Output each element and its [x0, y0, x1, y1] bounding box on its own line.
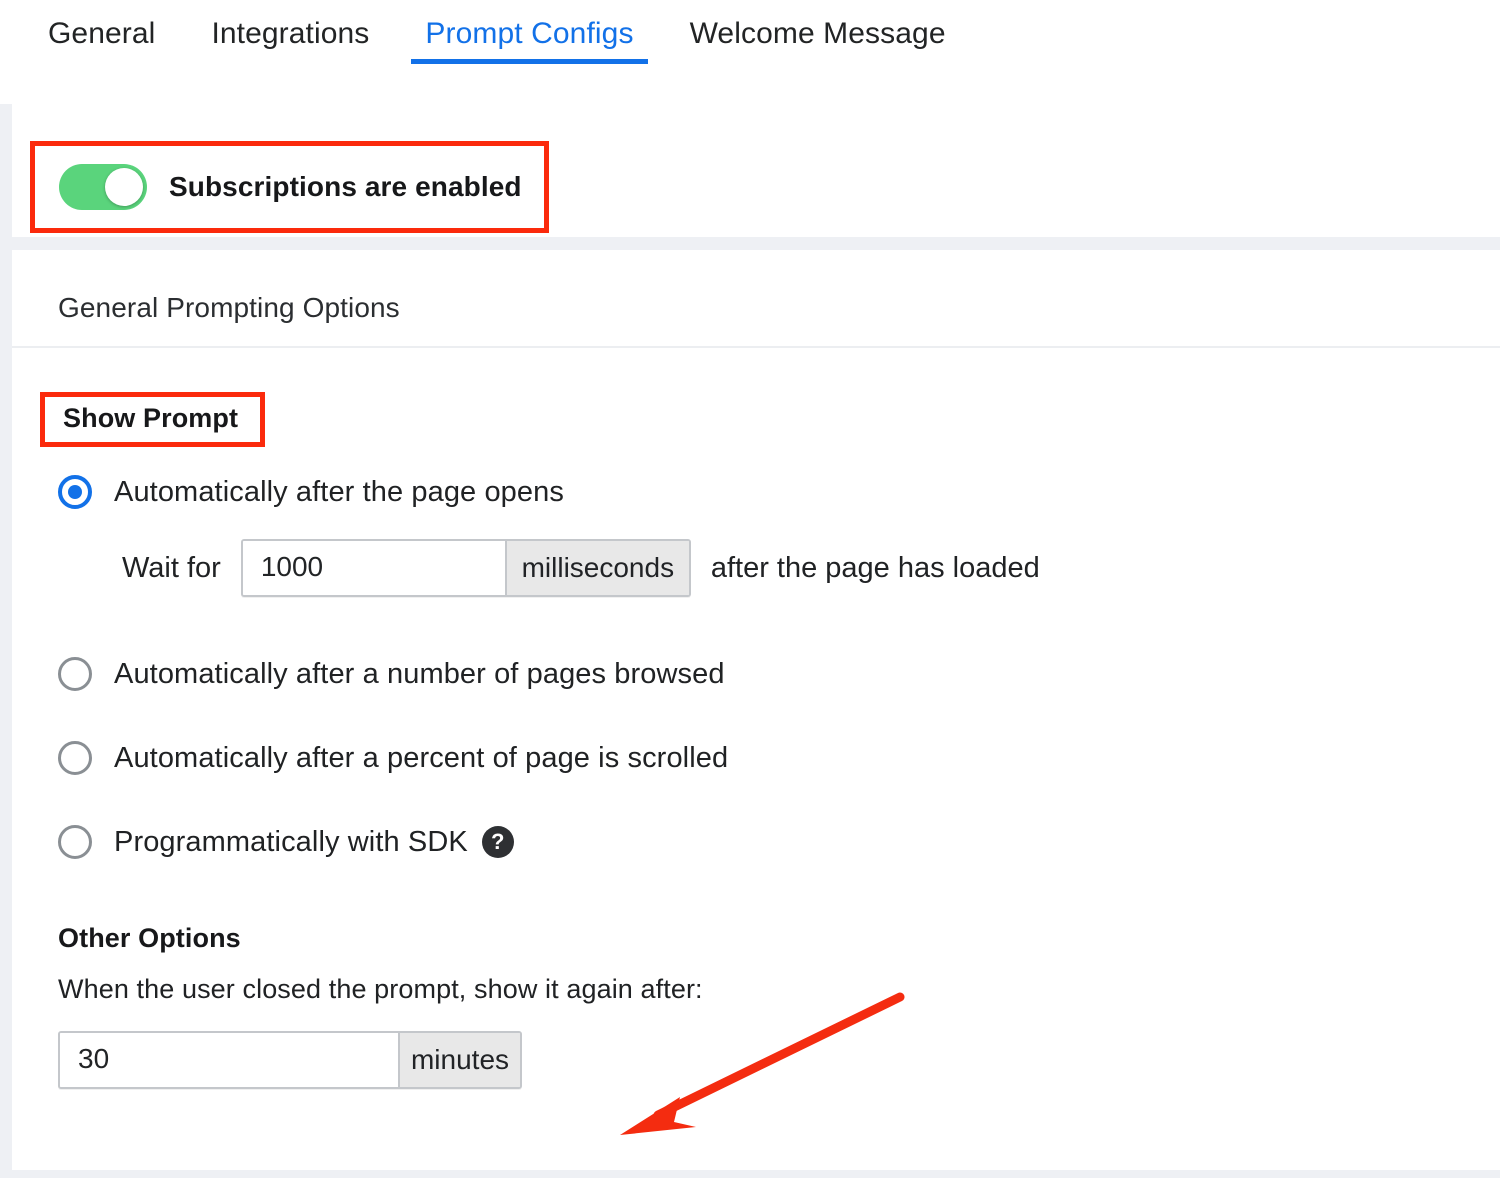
subscriptions-card: Subscriptions are enabled — [12, 104, 1500, 237]
radio-option-pages-browsed[interactable]: Automatically after a number of pages br… — [12, 657, 1500, 691]
settings-page: General Integrations Prompt Configs Welc… — [0, 0, 1500, 1178]
radio-option-page-opens[interactable]: Automatically after the page opens — [12, 475, 1500, 509]
toggle-knob-icon — [105, 168, 143, 206]
tab-integrations-label: Integrations — [211, 17, 370, 50]
show-prompt-section: Show Prompt Automatically after the page… — [12, 348, 1500, 1089]
radio-option-sdk[interactable]: Programmatically with SDK ? — [12, 825, 1500, 859]
section-title-general-prompting: General Prompting Options — [58, 292, 400, 323]
page-body: Subscriptions are enabled General Prompt… — [0, 104, 1500, 1178]
radio-label-sdk: Programmatically with SDK ? — [114, 826, 514, 859]
radio-option-percent-scrolled[interactable]: Automatically after a percent of page is… — [12, 741, 1500, 775]
tab-prompt-configs[interactable]: Prompt Configs — [397, 0, 661, 86]
general-prompting-card: General Prompting Options Show Prompt Au… — [12, 250, 1500, 1170]
subscriptions-toggle-row[interactable]: Subscriptions are enabled — [30, 141, 549, 233]
radio-button-percent-scrolled[interactable] — [58, 741, 92, 775]
wait-for-row: Wait for milliseconds after the page has… — [12, 539, 1500, 597]
wait-for-unit-addon: milliseconds — [504, 541, 689, 595]
wait-for-input[interactable] — [242, 541, 505, 595]
tab-prompt-configs-label: Prompt Configs — [425, 17, 634, 50]
radio-label-sdk-text: Programmatically with SDK — [114, 825, 468, 858]
subscriptions-toggle[interactable] — [59, 164, 147, 210]
reshow-delay-input[interactable] — [60, 1033, 398, 1087]
radio-label-page-opens: Automatically after the page opens — [114, 475, 564, 508]
radio-label-percent-scrolled: Automatically after a percent of page is… — [114, 741, 729, 774]
settings-tab-bar: General Integrations Prompt Configs Welc… — [0, 0, 1500, 104]
tab-general[interactable]: General — [44, 0, 183, 86]
radio-button-sdk[interactable] — [58, 825, 92, 859]
other-options-description: When the user closed the prompt, show it… — [58, 974, 703, 1004]
radio-label-pages-browsed: Automatically after a number of pages br… — [114, 657, 725, 690]
card-gap — [12, 237, 1500, 250]
show-prompt-heading: Show Prompt — [40, 392, 266, 447]
reshow-unit-addon: minutes — [398, 1033, 520, 1087]
wait-for-suffix-label: after the page has loaded — [710, 551, 1040, 584]
wait-for-input-group[interactable]: milliseconds — [240, 539, 691, 597]
radio-button-page-opens[interactable] — [58, 475, 92, 509]
wait-for-prefix-label: Wait for — [122, 551, 221, 584]
tab-integrations[interactable]: Integrations — [183, 0, 397, 86]
help-question-icon[interactable]: ? — [481, 826, 514, 858]
radio-button-pages-browsed[interactable] — [58, 657, 92, 691]
tab-general-label: General — [48, 17, 156, 50]
subscriptions-toggle-label: Subscriptions are enabled — [169, 171, 522, 202]
other-options-heading: Other Options — [58, 923, 241, 953]
tab-welcome-message-label: Welcome Message — [689, 17, 946, 50]
tab-welcome-message[interactable]: Welcome Message — [662, 0, 974, 86]
reshow-input-group[interactable]: minutes — [58, 1031, 522, 1089]
